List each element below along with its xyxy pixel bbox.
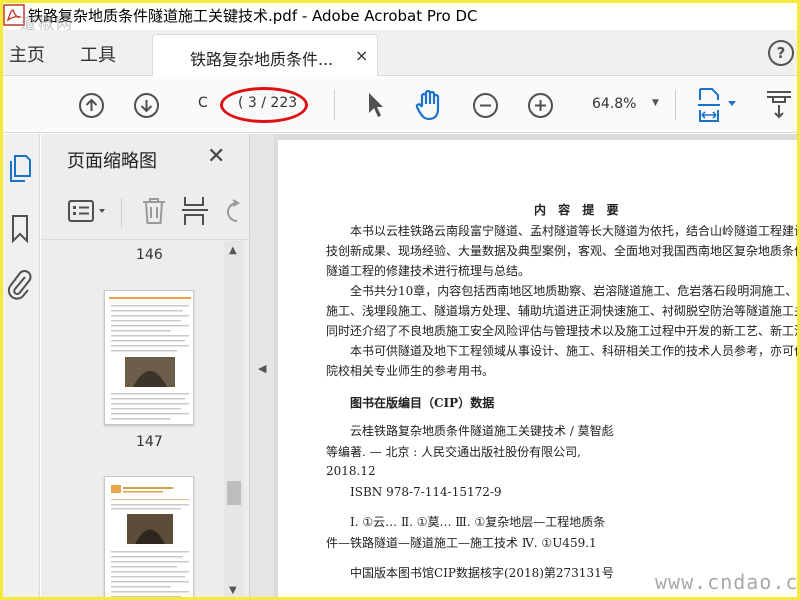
minus-icon [480,104,491,107]
panel-toolbar-divider [121,198,122,228]
page-scroll-icon [767,91,791,119]
thumbnail-scrollbar[interactable]: ▲ ▼ [224,241,244,600]
paperclip-icon [7,270,32,300]
help-icon[interactable]: ? [768,40,794,66]
split-page-icon [182,197,208,225]
select-tool-button[interactable] [366,91,386,123]
summary-text-line: 本书可供隧道及地下工程领域从事设计、施工、科研相关工作的技术人员参考，亦可作为 [350,344,800,358]
rotate-page-button[interactable] [223,198,243,230]
bookmarks-button[interactable] [10,214,30,248]
isbn-line: ISBN 978-7-114-15172-9 [350,485,502,499]
tab-tools[interactable]: 工具 [80,41,116,67]
rotate-icon [227,199,240,222]
page-thumbnail[interactable] [104,290,194,425]
watermark-bottom: www.cndao.com [655,570,800,594]
toolbar-divider [675,90,676,120]
zoom-out-button[interactable] [473,93,498,118]
summary-text-line: 院校相关专业师生的参考用书。 [326,364,495,378]
left-navigation-rail [0,134,40,600]
title-bar: 铁路复杂地质条件隧道施工关键技术.pdf - Adobe Acrobat Pro… [0,0,800,30]
summary-text-line: 本书以云桂铁路云南段富宁隧道、孟村隧道等长大隧道为依托，结合山岭隧道工程建设中 [350,224,800,238]
cip-text-line: 2018.12 [326,464,376,478]
page-preview-image [111,485,189,598]
thumbnail-list: 146 147 [41,241,234,600]
arrow-down-icon [140,100,153,113]
page-thumbnails-button[interactable] [8,154,32,188]
delete-pages-button[interactable] [140,196,168,230]
bookmark-icon [12,215,28,244]
document-page: 内 容 提 要 本书以云桂铁路云南段富宁隧道、孟村隧道等长大隧道为依托，结合山岭… [278,140,800,600]
window-title: 铁路复杂地质条件隧道施工关键技术.pdf - Adobe Acrobat Pro… [28,6,478,25]
attachments-button[interactable] [6,268,34,306]
plus-icon [535,100,546,111]
scroll-up-icon[interactable]: ▲ [229,245,237,256]
hand-tool-button[interactable] [414,88,446,126]
next-page-button[interactable] [134,93,159,118]
cip-text-line: 云桂铁路复杂地质条件隧道施工关键技术 / 莫智彪 [350,424,614,438]
toolbar-divider [334,90,335,120]
cip-class-line: Ⅰ. ①云… Ⅱ. ①莫… Ⅲ. ①复杂地层—工程地质条 [350,515,606,529]
fit-width-icon [698,88,736,122]
tab-bar: 主页 工具 铁路复杂地质条件... × ? [0,30,800,76]
close-panel-icon[interactable]: ✕ [207,144,225,169]
zoom-in-button[interactable] [528,93,553,118]
scrollbar-thumb[interactable] [227,481,241,505]
summary-heading: 内 容 提 要 [534,203,623,217]
arrow-up-icon [85,98,98,111]
panel-splitter[interactable]: ◀ [250,134,274,600]
page-preview-image [109,297,191,420]
fit-page-button[interactable] [696,86,740,128]
thumbnail-options-button[interactable] [67,198,111,228]
page-thumbnails-icon [10,155,31,182]
tab-document[interactable]: 铁路复杂地质条件... × [152,34,378,76]
scrolling-mode-button[interactable] [764,89,794,125]
thumbnail-page-label: 146 [136,247,163,263]
cursor-arrow-icon [369,93,383,117]
scroll-down-icon[interactable]: ▼ [229,585,237,596]
summary-text-line: 同时还介绍了不良地质施工安全风险评估与管理技术以及施工过程中开发的新工艺、新工法… [326,324,800,338]
tab-home[interactable]: 主页 [9,41,45,67]
zoom-level-dropdown[interactable]: 64.8% [592,96,636,112]
cip-text-line: 等编著. — 北京 : 人民交通出版社股份有限公司, [326,445,581,459]
hand-icon [415,89,440,121]
page-thumbnails-panel: 页面缩略图 ✕ 146 147 ▲ ▼ [41,134,250,600]
document-view[interactable]: 内 容 提 要 本书以云桂铁路云南段富宁隧道、孟村隧道等长大隧道为依托，结合山岭… [274,134,800,600]
summary-text-line: 施工、浅埋段施工、隧道塌方处理、辅助坑道进正洞快速施工、衬砌脱空防治等隧道施工关… [326,304,800,318]
annotation-ellipse [220,87,308,123]
document-tab-label: 铁路复杂地质条件... [190,50,334,69]
summary-text-line: 全书共分10章，内容包括西南地区地质勘察、岩溶隧道施工、危岩落石段明洞施工、断层… [350,284,800,298]
main-toolbar: C ( 3 / 223 64.8% ▼ [0,77,800,133]
options-list-icon [68,200,105,222]
cip-heading: 图书在版编目（CIP）数据 [350,396,495,410]
page-number-input[interactable]: C [198,95,208,111]
trash-icon [143,198,165,224]
panel-title: 页面缩略图 [67,151,157,172]
page-thumbnail[interactable] [104,476,194,600]
previous-page-button[interactable] [79,93,104,118]
cip-number-line: 中国版本图书馆CIP数据核字(2018)第273131号 [350,566,614,580]
extract-pages-button[interactable] [181,195,209,231]
collapse-panel-icon[interactable]: ◀ [258,362,266,375]
summary-text-line: 技创新成果、现场经验、大量数据及典型案例，客观、全面地对我国西南地区复杂地质条件… [326,244,800,258]
thumbnail-toolbar [41,186,250,240]
thumbnail-page-label: 147 [136,434,163,450]
summary-text-line: 隧道工程的修建技术进行梳理与总结。 [326,264,531,278]
cip-class-line: 件—铁路隧道—隧道施工—施工技术 Ⅳ. ①U459.1 [326,536,597,550]
chevron-down-icon[interactable]: ▼ [652,98,659,108]
close-tab-icon[interactable]: × [355,46,368,65]
